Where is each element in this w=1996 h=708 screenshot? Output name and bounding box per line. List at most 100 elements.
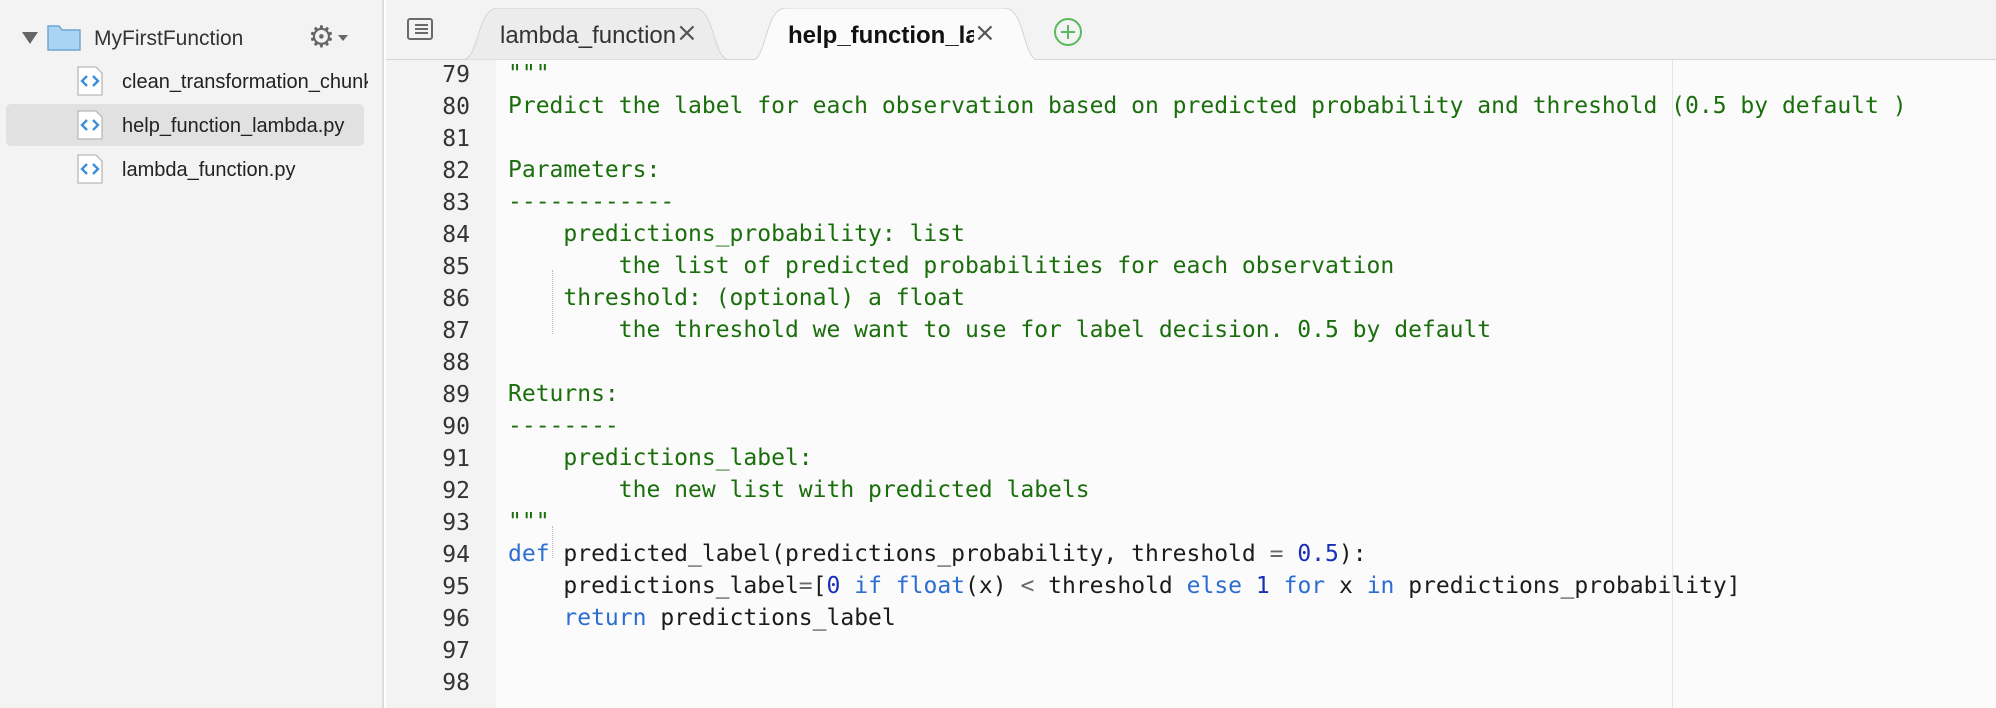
docstring-text: predictions_label:: [508, 445, 813, 471]
code-line: the threshold we want to use for label d…: [508, 314, 1491, 346]
root-folder-label: MyFirstFunction: [94, 27, 244, 50]
code-token: float: [895, 573, 966, 599]
code-token: <: [1020, 573, 1035, 599]
code-token: ):: [1338, 541, 1367, 567]
python-file-icon: [77, 110, 103, 140]
docstring-text: --------: [508, 413, 619, 439]
line-number: 80: [442, 94, 470, 120]
code-token: if: [854, 573, 882, 599]
code-line: threshold: (optional) a float: [508, 282, 965, 314]
code-line: ------------: [508, 186, 674, 218]
tab-lambda-function[interactable]: lambda_function.py ×: [462, 8, 730, 60]
file-item-label: lambda_function.py: [122, 159, 296, 181]
gear-icon: ⚙: [308, 20, 335, 55]
line-number: 93: [442, 510, 470, 536]
code-token: (x): [965, 573, 1021, 599]
code-token: 0.5: [1297, 541, 1339, 567]
file-tree-sidebar: MyFirstFunction ⚙ clean_transformation_c…: [0, 0, 384, 708]
file-item-label: clean_transformation_chunk.py: [122, 71, 368, 93]
line-number: 87: [442, 318, 470, 344]
code-line: Returns:: [508, 378, 619, 410]
folder-icon: [47, 25, 81, 51]
line-number: 95: [442, 574, 470, 600]
code-editor[interactable]: 79 80 81 82 83 84 85 86 87 88 89 90 91 92 93 94 95 96 97 98…: [386, 60, 1996, 708]
docstring-text: """: [508, 509, 550, 535]
code-token: x: [1325, 573, 1367, 599]
docstring-text: the threshold we want to use for label d…: [508, 317, 1492, 343]
code-token: 0: [826, 573, 841, 599]
docstring-text: """: [508, 61, 550, 87]
code-line: --------: [508, 410, 619, 442]
docstring-text: ------------: [508, 189, 675, 215]
line-number: 81: [442, 126, 470, 152]
line-number: 82: [442, 158, 470, 184]
docstring-text: threshold: (optional) a float: [508, 285, 965, 311]
code-token: return: [563, 605, 647, 631]
line-number: 92: [442, 478, 470, 504]
line-number: 86: [442, 286, 470, 312]
line-number: 94: [442, 542, 470, 568]
editor-tab-bar: lambda_function.py × help_function_lambd…: [386, 0, 1996, 61]
code-line: """: [508, 506, 550, 538]
docstring-text: the new list with predicted labels: [508, 477, 1090, 503]
line-number: 90: [442, 414, 470, 440]
code-line: predictions_probability: list: [508, 218, 965, 250]
code-line: Parameters:: [508, 154, 660, 186]
code-line: predictions_label:: [508, 442, 813, 474]
tab-label: help_function_lambda.py: [788, 22, 974, 49]
chevron-down-icon: [337, 35, 348, 41]
tree-root-folder[interactable]: MyFirstFunction ⚙: [0, 16, 370, 60]
close-icon[interactable]: ×: [676, 20, 698, 46]
tab-list-icon[interactable]: [406, 16, 436, 42]
add-tab-icon[interactable]: [1052, 16, 1084, 48]
line-number-gutter: 79 80 81 82 83 84 85 86 87 88 89 90 91 92 93 94 95 96 97 98: [386, 60, 496, 708]
python-file-icon: [77, 154, 103, 184]
file-item-help-function-lambda[interactable]: help_function_lambda.py: [6, 104, 364, 146]
code-token: =: [798, 573, 813, 599]
code-token: predictions_probability]: [1394, 573, 1741, 599]
code-content[interactable]: """ Predict the label for each observatio…: [496, 60, 1996, 708]
file-item-lambda-function[interactable]: lambda_function.py: [6, 148, 364, 190]
file-item-label: help_function_lambda.py: [122, 115, 345, 137]
code-token: [: [812, 573, 827, 599]
file-item-clean-transformation[interactable]: clean_transformation_chunk.py: [6, 60, 368, 102]
docstring-text: the list of predicted probabilities for …: [508, 253, 1395, 279]
code-line: """: [508, 60, 550, 90]
code-line: Predict the label for each observation b…: [508, 90, 1907, 122]
code-token: for: [1283, 573, 1326, 599]
line-number: 89: [442, 382, 470, 408]
code-line: return predictions_label: [508, 602, 896, 634]
code-token: else: [1186, 573, 1243, 599]
code-line: predictions_label=[0 if float(x) < thres…: [508, 570, 1741, 602]
docstring-text: Parameters:: [508, 157, 661, 183]
docstring-text: Returns:: [508, 381, 619, 407]
line-number: 88: [442, 350, 470, 376]
collapse-caret-icon[interactable]: [22, 32, 38, 44]
close-icon[interactable]: ×: [974, 20, 996, 46]
docstring-text: predictions_probability: list: [508, 221, 965, 247]
print-margin-line: [1672, 60, 1673, 708]
tab-help-function-lambda[interactable]: help_function_lambda.py ×: [750, 8, 1040, 61]
docstring-text: Predict the label for each observation b…: [508, 93, 1907, 119]
code-line: the list of predicted probabilities for …: [508, 250, 1394, 282]
code-token: predictions_label: [508, 573, 799, 599]
line-number: 85: [442, 254, 470, 280]
line-number: 91: [442, 446, 470, 472]
line-number: 83: [442, 190, 470, 216]
code-token: 1: [1255, 573, 1270, 599]
code-line: the new list with predicted labels: [508, 474, 1090, 506]
line-number: 96: [442, 606, 470, 632]
line-number: 79: [442, 62, 470, 88]
line-number: 98: [442, 670, 470, 696]
python-file-icon: [77, 66, 103, 96]
settings-menu-button[interactable]: ⚙: [308, 22, 354, 54]
code-token: =: [1269, 541, 1284, 567]
code-token: predictions_label: [646, 605, 896, 631]
code-line: def predicted_label(predictions_probabil…: [508, 538, 1367, 570]
